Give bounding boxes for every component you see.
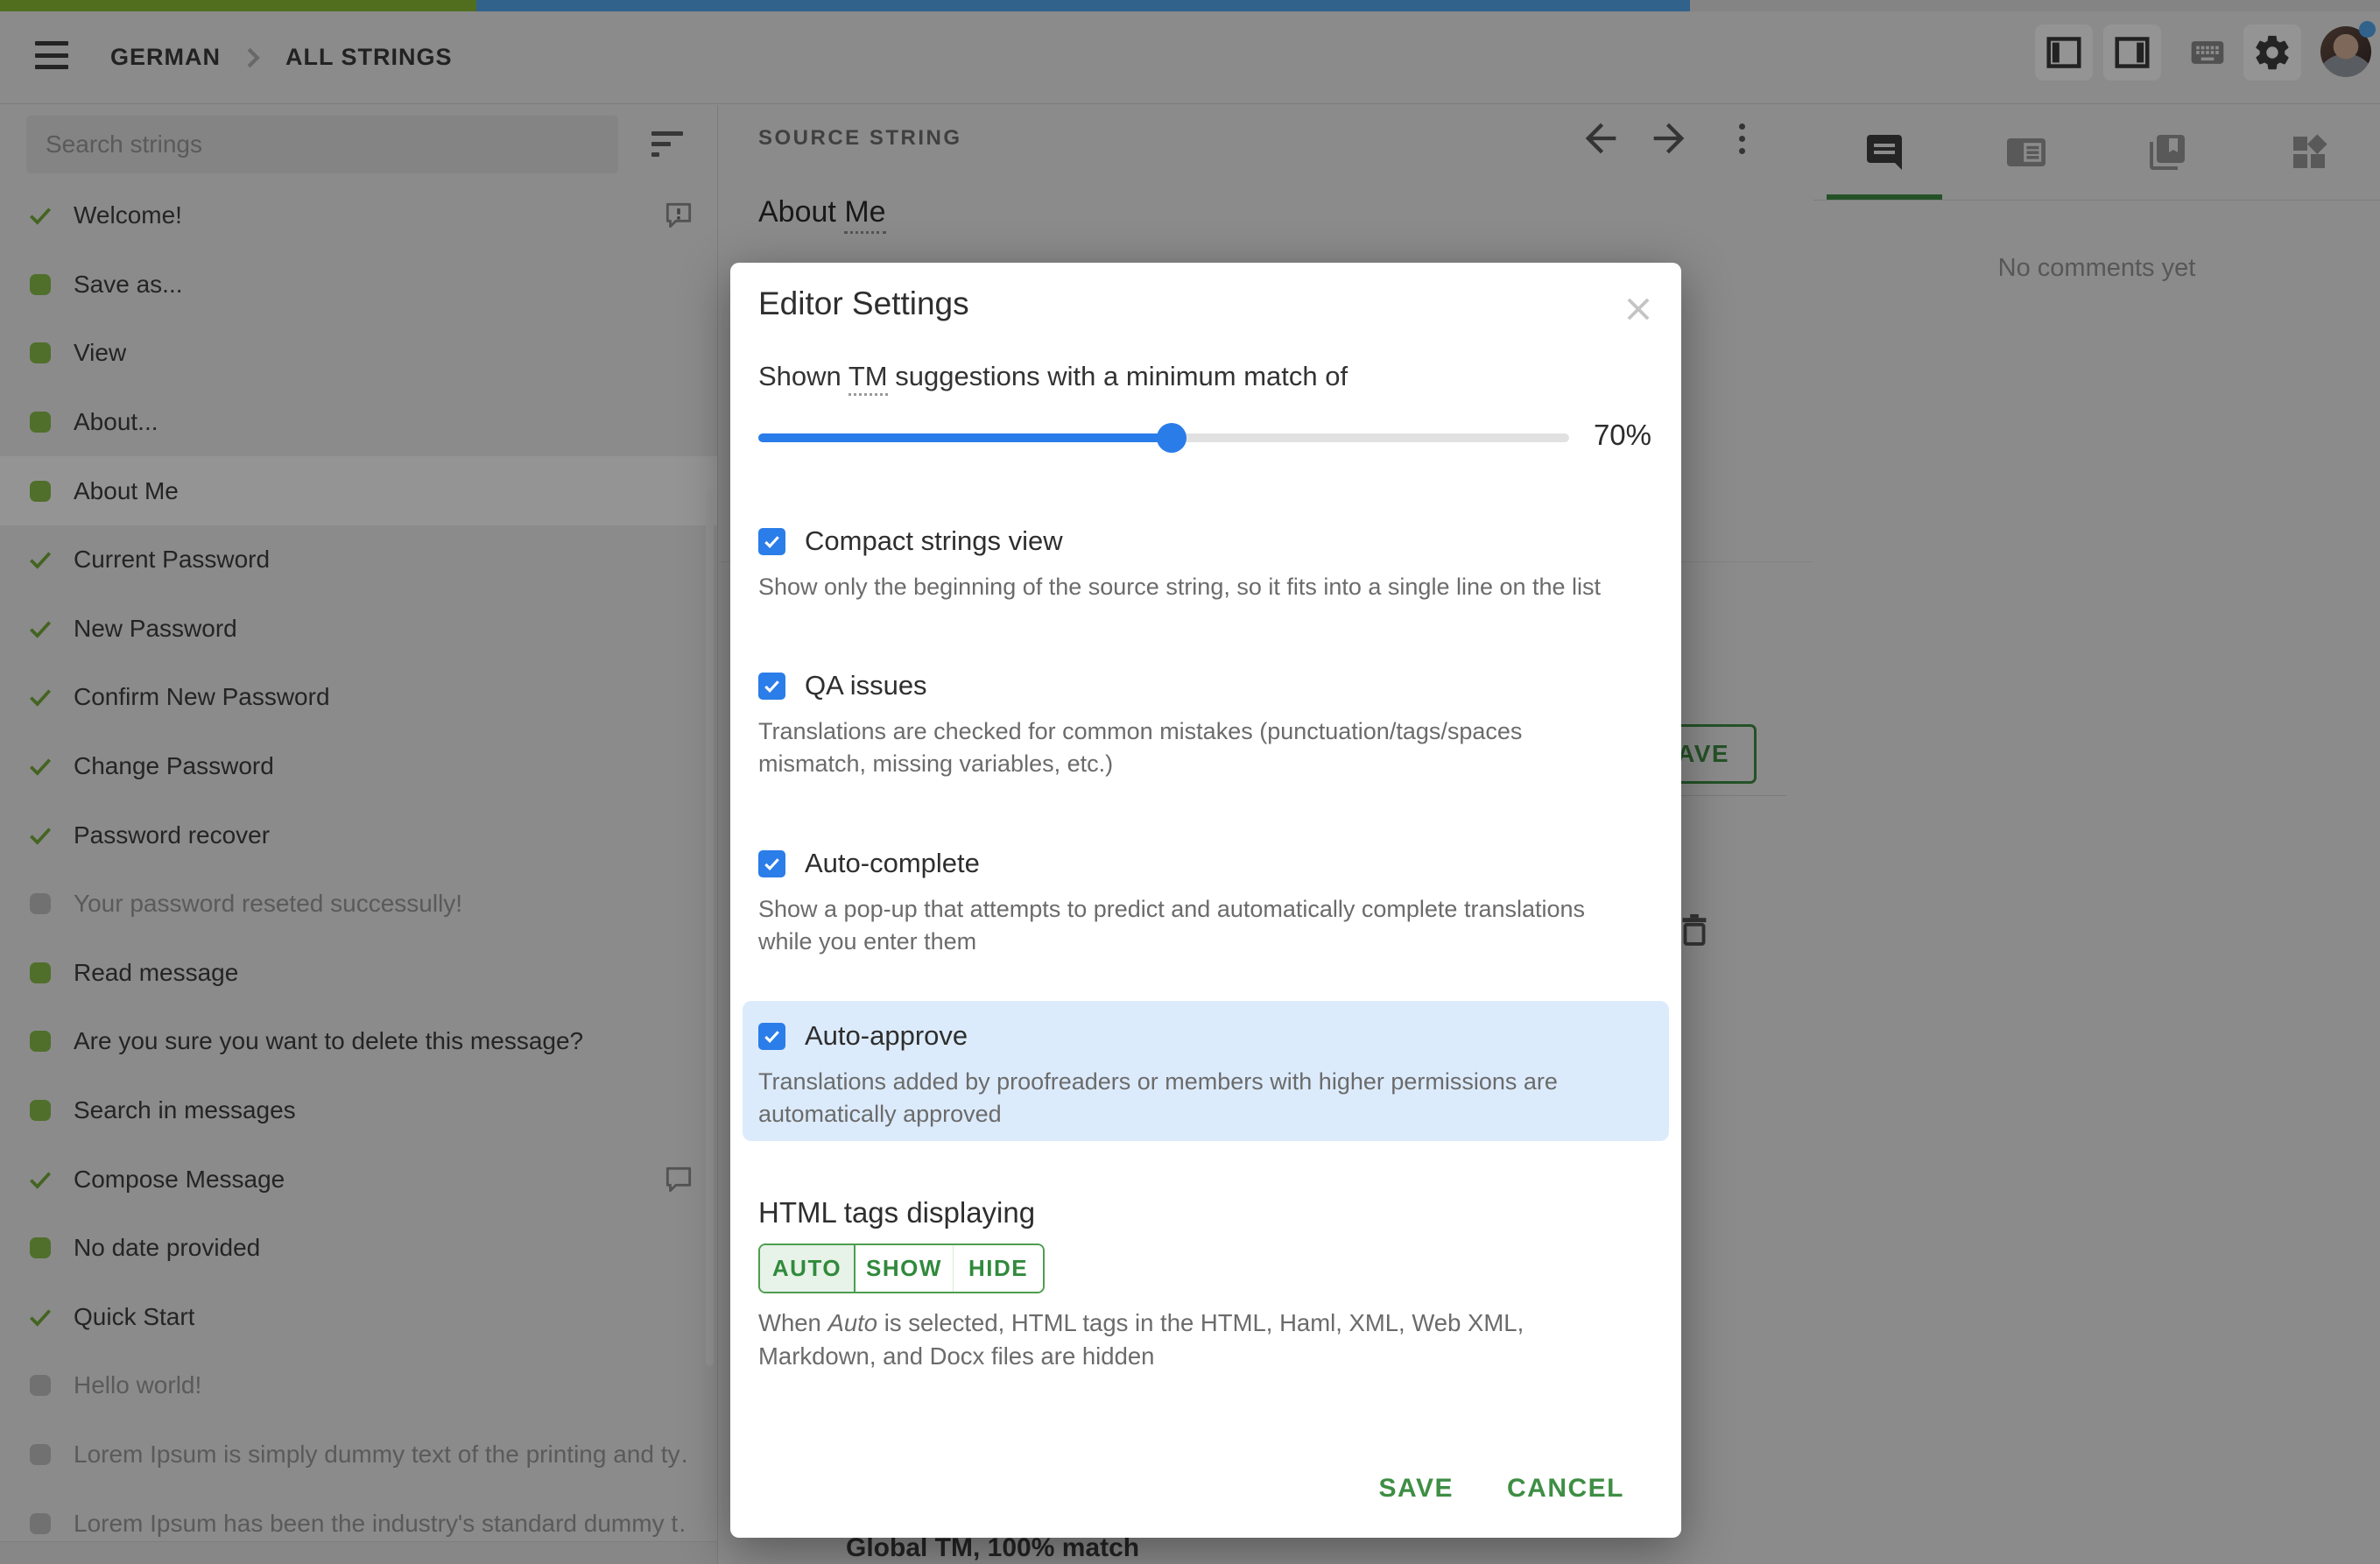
html-tags-desc-term: Auto — [827, 1309, 878, 1336]
checkbox-compact-strings-view[interactable] — [758, 527, 785, 555]
html-tags-description: When Auto is selected, HTML tags in the … — [758, 1309, 1524, 1370]
option-compact-strings-view: Compact strings view Show only the beginn… — [758, 525, 1653, 603]
editor-settings-modal: Editor Settings Shown TM suggestions wit… — [730, 263, 1681, 1538]
checkbox-check-icon — [764, 1030, 779, 1043]
checkbox-check-icon — [764, 857, 779, 870]
tm-threshold-slider[interactable] — [758, 421, 1569, 454]
modal-save-button[interactable]: SAVE — [1379, 1469, 1454, 1508]
option-label: QA issues — [805, 670, 927, 701]
tm-threshold-label: Shown TM suggestions with a minimum matc… — [758, 361, 1348, 396]
option-label: Auto-approve — [805, 1020, 968, 1051]
option-description: Show a pop-up that attempts to predict a… — [758, 896, 1586, 955]
option-qa-issues: QA issues Translations are checked for co… — [758, 670, 1653, 780]
close-icon[interactable] — [1622, 292, 1655, 326]
html-tags-show-button[interactable]: SHOW — [854, 1245, 953, 1292]
slider-thumb[interactable] — [1157, 423, 1187, 453]
html-tags-toggle: AUTO SHOW HIDE — [758, 1243, 1045, 1293]
checkbox-auto-complete[interactable] — [758, 849, 785, 877]
tm-threshold-value: 70% — [1593, 419, 1651, 451]
option-description: Translations are checked for common mist… — [758, 718, 1523, 777]
checkbox-check-icon — [764, 680, 779, 693]
checkbox-qa-issues[interactable] — [758, 672, 785, 700]
tm-term: TM — [848, 361, 888, 396]
option-description: Translations added by proofreaders or me… — [758, 1068, 1558, 1127]
html-tags-hide-button[interactable]: HIDE — [953, 1245, 1043, 1292]
option-label: Compact strings view — [805, 525, 1063, 556]
option-auto-approve: Auto-approve Translations added by proofr… — [743, 1001, 1669, 1141]
option-label: Auto-complete — [805, 848, 980, 878]
option-description: Show only the beginning of the source st… — [758, 574, 1602, 600]
checkbox-check-icon — [764, 535, 779, 548]
option-auto-complete: Auto-complete Show a pop-up that attempts… — [758, 848, 1653, 958]
slider-fill — [758, 433, 1172, 442]
modal-cancel-button[interactable]: CANCEL — [1507, 1469, 1624, 1508]
checkbox-auto-approve[interactable] — [758, 1022, 785, 1050]
html-tags-auto-button[interactable]: AUTO — [760, 1245, 854, 1292]
html-tags-label: HTML tags displaying — [758, 1196, 1036, 1229]
modal-title: Editor Settings — [758, 285, 969, 321]
